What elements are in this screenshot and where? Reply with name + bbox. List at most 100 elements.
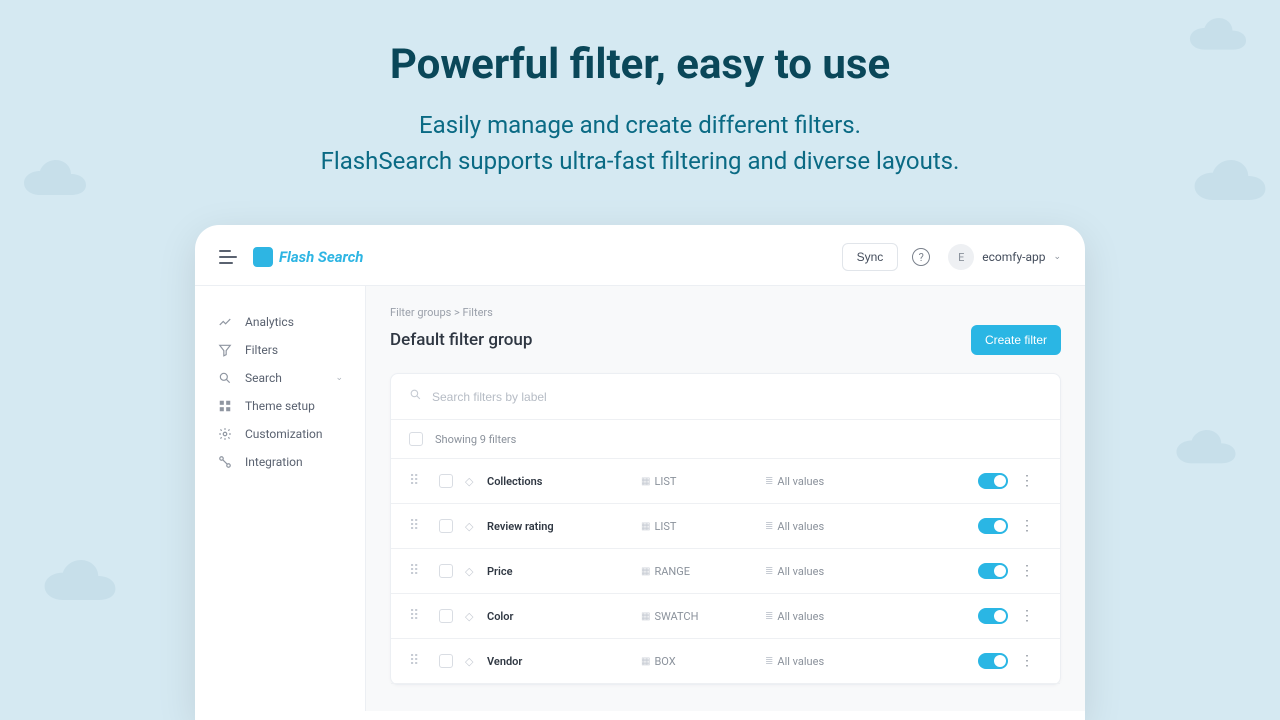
filter-row: ⠿◇Vendor▦BOX≣All values⋮ [391,639,1060,684]
filter-type: ▦SWATCH [641,610,761,623]
filter-name: Color [487,610,637,623]
chevron-down-icon: ⌄ [335,373,343,383]
breadcrumb-sep: > [454,306,460,319]
values-icon: ≣ [765,611,773,622]
tag-icon: ◇ [465,655,483,668]
hero-title: Powerful filter, easy to use [0,40,1280,89]
row-menu-icon[interactable]: ⋮ [1020,473,1034,489]
row-menu-icon[interactable]: ⋮ [1020,608,1034,624]
hero-sub-line1: Easily manage and create different filte… [419,111,861,139]
drag-handle-icon[interactable]: ⠿ [409,474,435,488]
breadcrumb-parent[interactable]: Filter groups [390,306,451,319]
menu-icon[interactable] [219,250,237,264]
drag-handle-icon[interactable]: ⠿ [409,654,435,668]
enable-toggle[interactable] [978,653,1008,669]
tag-icon: ◇ [465,565,483,578]
filter-name: Vendor [487,655,637,668]
row-checkbox[interactable] [439,519,453,533]
sidebar-item-customization[interactable]: Customization [209,420,351,448]
sidebar-item-search[interactable]: Search ⌄ [209,364,351,392]
filter-type: ▦BOX [641,655,761,668]
sidebar-item-label: Theme setup [245,399,315,413]
type-icon: ▦ [641,566,650,577]
breadcrumb-current: Filters [463,306,493,319]
sync-button[interactable]: Sync [842,243,899,271]
drag-handle-icon[interactable]: ⠿ [409,564,435,578]
filter-name: Price [487,565,637,578]
select-all-checkbox[interactable] [409,432,423,446]
filter-type: ▦RANGE [641,565,761,578]
row-checkbox[interactable] [439,564,453,578]
enable-toggle[interactable] [978,608,1008,624]
cloud-icon [1172,430,1240,470]
filter-row: ⠿ ◇ Color ▦SWATCH ≣All values ⋮ [391,594,1060,639]
row-checkbox[interactable] [439,609,453,623]
sidebar-item-label: Integration [245,455,303,469]
type-icon: ▦ [641,521,650,532]
cloud-icon [1190,160,1270,208]
enable-toggle[interactable] [978,563,1008,579]
sidebar-item-filters[interactable]: Filters [209,336,351,364]
row-checkbox[interactable] [439,474,453,488]
sidebar-item-label: Search [245,371,282,385]
type-icon: ▦ [641,611,650,622]
filter-type: ▦LIST [641,475,761,488]
values-icon: ≣ [765,476,773,487]
topbar: Flash Search Sync ? E ecomfy-app ⌄ [195,243,1085,286]
filter-values: ≣All values [765,475,944,488]
chevron-down-icon: ⌄ [1053,252,1061,262]
count-row: Showing 9 filters [391,420,1060,459]
search-row [391,374,1060,420]
drag-handle-icon[interactable]: ⠿ [409,519,435,533]
search-icon [409,388,422,405]
drag-handle-icon[interactable]: ⠿ [409,609,435,623]
enable-toggle[interactable] [978,473,1008,489]
count-text: Showing 9 filters [435,433,516,446]
sidebar-item-label: Filters [245,343,278,357]
sidebar-item-label: Customization [245,427,323,441]
analytics-icon [217,315,233,329]
search-input[interactable] [432,390,1042,404]
cloud-icon [40,560,120,608]
filter-row: ⠿◇Review rating▦LIST≣All values⋮ [391,504,1060,549]
filter-type: ▦LIST [641,520,761,533]
logo-text: Flash Search [279,248,363,266]
filter-values: ≣All values [765,520,944,533]
theme-icon [217,399,233,413]
tag-icon: ◇ [465,610,483,623]
sidebar-item-label: Analytics [245,315,294,329]
filters-panel: Showing 9 filters ⠿ ◇ Collections ▦LIST ≣All… [390,373,1061,685]
user-name: ecomfy-app [982,250,1045,264]
help-icon[interactable]: ? [912,248,930,266]
avatar: E [948,244,974,270]
filter-values: ≣All values [765,610,944,623]
main-content: Filter groups > Filters Default filter g… [365,286,1085,711]
breadcrumb: Filter groups > Filters [390,306,1061,319]
page-title: Default filter group [390,330,532,350]
cloud-icon [1186,18,1250,56]
sidebar-item-theme-setup[interactable]: Theme setup [209,392,351,420]
enable-toggle[interactable] [978,518,1008,534]
cloud-icon [20,160,90,202]
type-icon: ▦ [641,656,650,667]
row-menu-icon[interactable]: ⋮ [1020,518,1034,534]
row-menu-icon[interactable]: ⋮ [1020,653,1034,669]
customization-icon [217,427,233,441]
sidebar-item-integration[interactable]: Integration [209,448,351,476]
row-menu-icon[interactable]: ⋮ [1020,563,1034,579]
filter-name: Collections [487,475,637,488]
row-checkbox[interactable] [439,654,453,668]
sidebar-item-analytics[interactable]: Analytics [209,308,351,336]
user-menu[interactable]: E ecomfy-app ⌄ [948,244,1061,270]
filter-icon [217,343,233,357]
create-filter-button[interactable]: Create filter [971,325,1061,355]
filter-name: Review rating [487,520,637,533]
sidebar: Analytics Filters Search ⌄ [195,286,365,711]
logo[interactable]: Flash Search [253,247,363,267]
integration-icon [217,455,233,469]
type-icon: ▦ [641,476,650,487]
values-icon: ≣ [765,656,773,667]
values-icon: ≣ [765,521,773,532]
tag-icon: ◇ [465,475,483,488]
app-window: Flash Search Sync ? E ecomfy-app ⌄ Analy… [195,225,1085,720]
